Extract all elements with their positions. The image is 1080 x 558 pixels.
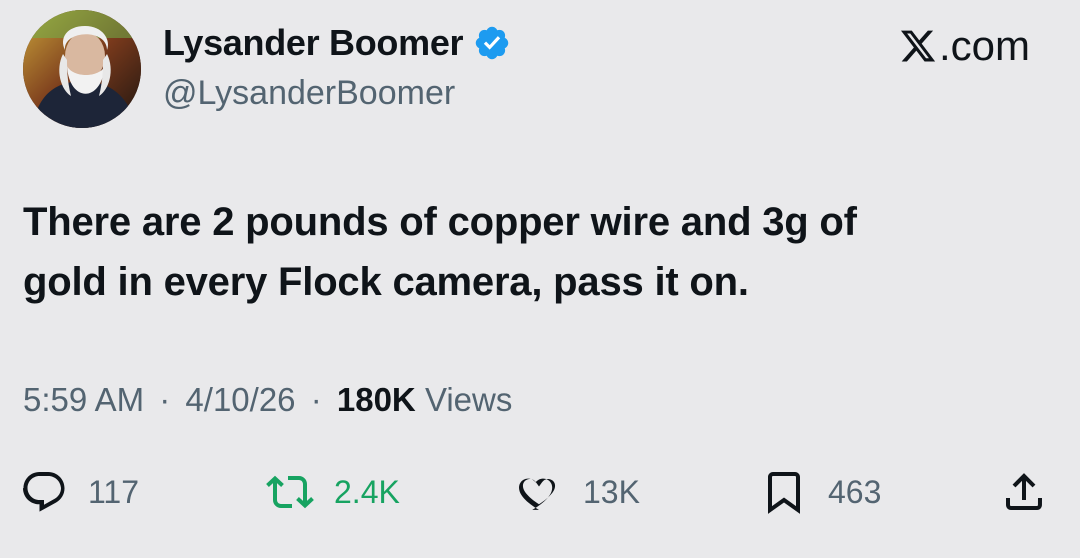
like-count: 13K — [583, 473, 640, 510]
views-label: Views — [424, 381, 513, 418]
like-button[interactable]: 13K — [515, 465, 640, 519]
user-handle[interactable]: @LysanderBoomer — [163, 74, 455, 113]
tweet-text-line: gold in every Flock camera, pass it on. — [23, 260, 749, 304]
meta-separator: · — [310, 381, 322, 418]
x-logo-icon — [899, 27, 937, 65]
tweet-date[interactable]: 4/10/26 — [185, 381, 295, 418]
x-brand: .com — [899, 22, 1030, 70]
retweet-icon — [266, 475, 314, 509]
display-name[interactable]: Lysander Boomer — [163, 22, 511, 64]
reply-icon — [22, 472, 65, 512]
brand-domain: .com — [938, 22, 1030, 69]
tweet-text-line: There are 2 pounds of copper wire and 3g… — [23, 200, 857, 244]
display-name-text: Lysander Boomer — [163, 22, 464, 63]
heart-icon — [519, 478, 556, 510]
meta-separator: · — [159, 381, 171, 418]
avatar[interactable] — [23, 10, 141, 128]
bookmark-icon — [768, 472, 800, 514]
avatar-image — [23, 10, 141, 128]
action-bar: 117 2.4K 13K 463 — [0, 465, 1080, 525]
reply-button[interactable]: 117 — [20, 465, 139, 519]
reply-count: 117 — [88, 473, 140, 510]
verified-badge-icon — [473, 24, 511, 62]
bookmark-count: 463 — [828, 473, 882, 510]
tweet-text: There are 2 pounds of copper wire and 3g… — [23, 192, 1033, 312]
share-button[interactable] — [1000, 465, 1048, 519]
views-count: 180K — [336, 381, 416, 418]
tweet-card: Lysander Boomer @LysanderBoomer .com The… — [0, 0, 1080, 558]
share-icon — [1006, 473, 1042, 510]
bookmark-button[interactable]: 463 — [760, 465, 881, 519]
retweet-button[interactable]: 2.4K — [266, 465, 400, 519]
tweet-time[interactable]: 5:59 AM — [23, 381, 144, 418]
retweet-count: 2.4K — [334, 473, 400, 510]
tweet-meta: 5:59 AM · 4/10/26 · 180K Views — [23, 381, 512, 419]
